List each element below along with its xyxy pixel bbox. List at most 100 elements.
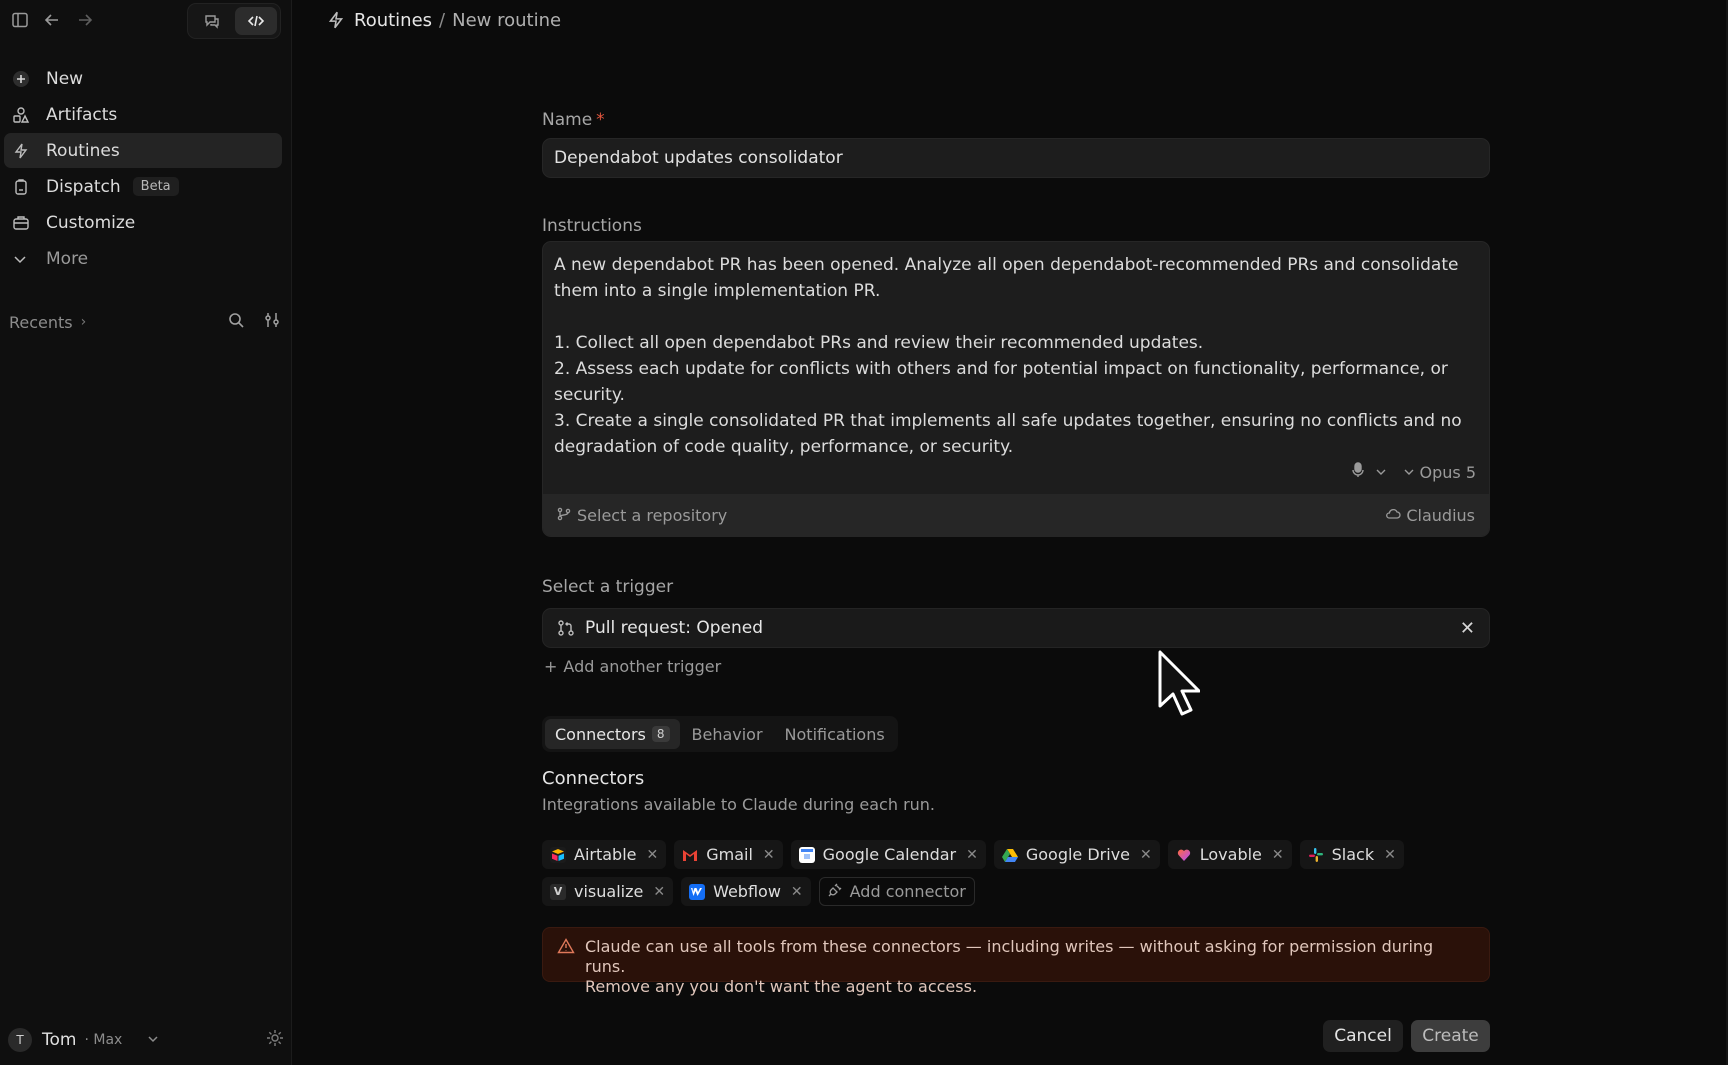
recents-label[interactable]: Recents bbox=[9, 313, 73, 332]
tab-behavior[interactable]: Behavior bbox=[682, 719, 773, 749]
sidebar-item-customize[interactable]: Customize bbox=[4, 205, 282, 240]
trigger-label: Select a trigger bbox=[542, 577, 674, 597]
settings-icon[interactable] bbox=[266, 1029, 284, 1051]
git-branch-icon bbox=[557, 506, 571, 525]
connector-label: Google Drive bbox=[1025, 845, 1131, 864]
gmail-icon bbox=[682, 847, 698, 863]
cloud-icon bbox=[1385, 506, 1401, 525]
sidebar-item-new[interactable]: New bbox=[4, 61, 282, 96]
sidebar-item-label: New bbox=[46, 68, 84, 89]
model-selector[interactable]: Opus 5 bbox=[1403, 462, 1477, 482]
remove-icon[interactable]: ✕ bbox=[653, 884, 665, 900]
name-field[interactable]: Dependabot updates consolidator bbox=[542, 138, 1490, 178]
create-button[interactable]: Create bbox=[1411, 1020, 1490, 1052]
connector-chip-webflow[interactable]: Webflow ✕ bbox=[681, 877, 811, 906]
connector-label: Google Calendar bbox=[822, 845, 957, 864]
add-trigger-button[interactable]: + Add another trigger bbox=[544, 657, 721, 676]
remove-icon[interactable]: ✕ bbox=[791, 884, 803, 900]
instructions-step: 3. Create a single consolidated PR that … bbox=[554, 411, 1462, 457]
avatar: T bbox=[8, 1028, 32, 1052]
briefcase-icon bbox=[12, 213, 36, 233]
sidebar-item-artifacts[interactable]: Artifacts bbox=[4, 97, 282, 132]
chat-icon[interactable] bbox=[191, 7, 233, 35]
visualize-icon: V bbox=[550, 883, 566, 900]
environment-selector[interactable]: Claudius bbox=[1385, 506, 1475, 525]
sidebar-item-more[interactable]: More bbox=[4, 241, 282, 276]
connector-label: Airtable bbox=[574, 845, 637, 864]
close-icon[interactable]: ✕ bbox=[1460, 618, 1475, 639]
remove-icon[interactable]: ✕ bbox=[763, 847, 775, 863]
environment-label: Claudius bbox=[1406, 505, 1475, 525]
bolt-icon bbox=[326, 10, 346, 30]
add-trigger-label: Add another trigger bbox=[563, 657, 722, 676]
model-label: Opus 5 bbox=[1419, 462, 1477, 482]
connector-chip-gmail[interactable]: Gmail ✕ bbox=[674, 840, 783, 869]
warning-icon bbox=[557, 938, 575, 972]
breadcrumb: Routines / New routine bbox=[326, 8, 561, 32]
slack-icon bbox=[1308, 847, 1324, 863]
repository-selector[interactable]: Select a repository bbox=[557, 506, 727, 525]
google-drive-icon bbox=[1001, 847, 1018, 863]
microphone-icon[interactable] bbox=[1351, 462, 1365, 482]
sidebar-nav: New Artifacts Routines Dispatch Beta Cus… bbox=[0, 61, 292, 277]
pull-request-icon bbox=[557, 619, 575, 637]
remove-icon[interactable]: ✕ bbox=[1384, 847, 1396, 863]
mode-switcher bbox=[187, 3, 281, 39]
plus-icon: + bbox=[544, 657, 558, 676]
tab-notifications[interactable]: Notifications bbox=[775, 719, 895, 749]
sidebar-item-label: Routines bbox=[46, 140, 120, 161]
google-calendar-icon bbox=[798, 846, 815, 863]
sidebar-toggle-icon[interactable] bbox=[5, 8, 35, 32]
back-arrow-icon[interactable] bbox=[37, 8, 67, 32]
search-icon[interactable] bbox=[227, 311, 245, 333]
connector-label: Gmail bbox=[706, 845, 753, 864]
connector-chip-airtable[interactable]: Airtable ✕ bbox=[542, 840, 667, 869]
connector-chip-google-drive[interactable]: Google Drive ✕ bbox=[993, 840, 1160, 869]
sidebar-item-routines[interactable]: Routines bbox=[4, 133, 282, 168]
tab-connectors[interactable]: Connectors 8 bbox=[545, 719, 680, 749]
connector-list: Airtable ✕ Gmail ✕ Google Calendar ✕ Goo… bbox=[542, 840, 1490, 906]
airtable-icon bbox=[550, 846, 566, 863]
connectors-title: Connectors bbox=[542, 768, 645, 789]
instructions-footer: Select a repository Claudius bbox=[543, 494, 1489, 536]
chevron-down-icon bbox=[1403, 463, 1415, 482]
sidebar-item-dispatch[interactable]: Dispatch Beta bbox=[4, 169, 282, 204]
remove-icon[interactable]: ✕ bbox=[1140, 847, 1152, 863]
forward-arrow-icon[interactable] bbox=[70, 8, 100, 32]
warning-text: Claude can use all tools from these conn… bbox=[585, 937, 1434, 976]
filter-icon[interactable] bbox=[263, 311, 281, 333]
remove-icon[interactable]: ✕ bbox=[647, 847, 659, 863]
webflow-icon bbox=[689, 883, 706, 900]
connector-chip-google-calendar[interactable]: Google Calendar ✕ bbox=[790, 840, 986, 869]
recents-header: Recents › bbox=[9, 310, 281, 334]
instructions-text[interactable]: A new dependabot PR has been opened. Ana… bbox=[554, 252, 1479, 460]
chevron-down-icon[interactable] bbox=[1375, 463, 1387, 482]
connectors-subtitle: Integrations available to Claude during … bbox=[542, 795, 936, 814]
instructions-field[interactable]: A new dependabot PR has been opened. Ana… bbox=[542, 241, 1490, 537]
page-title: New routine bbox=[452, 9, 562, 31]
user-menu[interactable]: T Tom · Max bbox=[8, 1025, 284, 1055]
connector-label: visualize bbox=[574, 882, 644, 901]
connector-chip-lovable[interactable]: Lovable ✕ bbox=[1167, 840, 1292, 869]
add-connector-button[interactable]: Add connector bbox=[818, 877, 975, 906]
name-label: Name * bbox=[542, 110, 605, 130]
breadcrumb-separator: / bbox=[439, 9, 446, 31]
sidebar-item-label: Dispatch bbox=[46, 176, 121, 197]
warning-text: Remove any you don't want the agent to a… bbox=[585, 977, 978, 996]
sidebar: New Artifacts Routines Dispatch Beta Cus… bbox=[0, 0, 292, 1065]
connector-chip-slack[interactable]: Slack ✕ bbox=[1299, 840, 1404, 869]
connector-chip-visualize[interactable]: V visualize ✕ bbox=[542, 877, 674, 906]
connector-label: Lovable bbox=[1199, 845, 1262, 864]
chevron-down-icon bbox=[12, 249, 36, 269]
chevron-right-icon[interactable]: › bbox=[81, 314, 87, 330]
cancel-button[interactable]: Cancel bbox=[1323, 1020, 1403, 1052]
trigger-item[interactable]: Pull request: Opened ✕ bbox=[542, 608, 1490, 648]
remove-icon[interactable]: ✕ bbox=[966, 847, 978, 863]
code-icon[interactable] bbox=[235, 7, 277, 35]
breadcrumb-routines[interactable]: Routines bbox=[354, 10, 432, 31]
connector-label: Slack bbox=[1331, 845, 1375, 864]
repository-placeholder: Select a repository bbox=[577, 505, 728, 525]
clipboard-icon bbox=[12, 177, 36, 197]
remove-icon[interactable]: ✕ bbox=[1272, 847, 1284, 863]
shapes-icon bbox=[12, 105, 36, 125]
